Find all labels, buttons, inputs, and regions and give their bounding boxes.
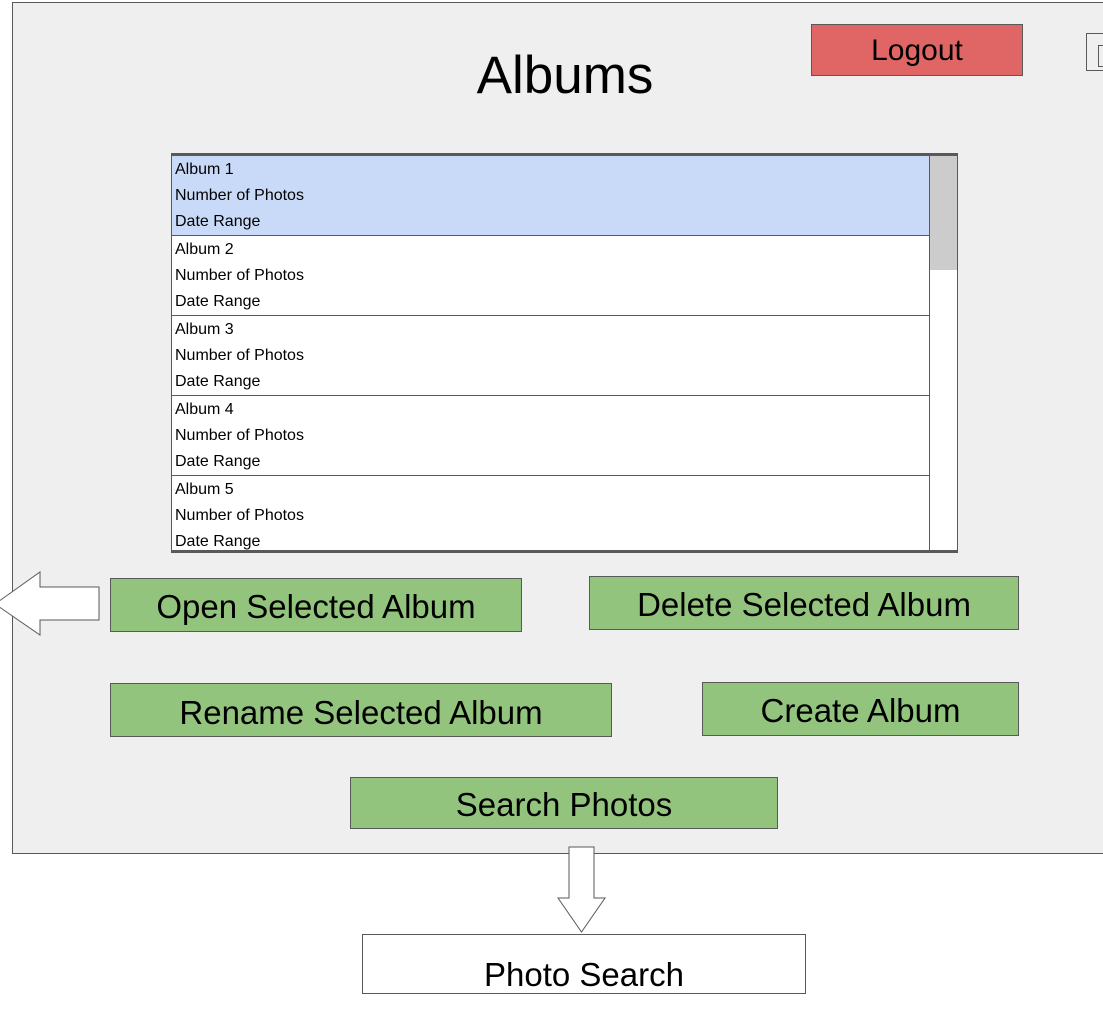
logout-button[interactable]: Logout [811, 24, 1023, 76]
album-date-range: Date Range [175, 213, 261, 230]
album-name: Album 4 [175, 401, 234, 418]
rename-selected-album-button[interactable]: Rename Selected Album [110, 683, 612, 737]
album-name: Album 5 [175, 481, 234, 498]
window-edge-mark [1098, 45, 1103, 67]
album-photo-count: Number of Photos [175, 427, 304, 444]
album-name: Album 1 [175, 161, 234, 178]
photo-search-screen: Photo Search [362, 934, 806, 994]
album-name: Album 3 [175, 321, 234, 338]
album-photo-count: Number of Photos [175, 507, 304, 524]
search-photos-button[interactable]: Search Photos [350, 777, 778, 829]
album-list-item[interactable]: Album 3 Number of Photos Date Range [172, 316, 930, 396]
create-album-button[interactable]: Create Album [702, 682, 1019, 736]
left-arrow-icon [0, 571, 100, 636]
album-date-range: Date Range [175, 373, 261, 390]
album-date-range: Date Range [175, 533, 261, 550]
album-list-items: Album 1 Number of Photos Date Range Albu… [172, 156, 930, 550]
album-list-item[interactable]: Album 1 Number of Photos Date Range [172, 156, 930, 236]
album-list-item[interactable]: Album 4 Number of Photos Date Range [172, 396, 930, 476]
album-list[interactable]: Album 1 Number of Photos Date Range Albu… [171, 153, 958, 553]
album-date-range: Date Range [175, 453, 261, 470]
down-arrow-icon [557, 846, 606, 933]
album-photo-count: Number of Photos [175, 347, 304, 364]
album-date-range: Date Range [175, 293, 261, 310]
album-list-scrollbar[interactable] [929, 156, 957, 550]
album-list-item[interactable]: Album 5 Number of Photos Date Range [172, 476, 930, 550]
scrollbar-thumb[interactable] [930, 156, 957, 270]
album-name: Album 2 [175, 241, 234, 258]
delete-selected-album-button[interactable]: Delete Selected Album [589, 576, 1019, 630]
open-selected-album-button[interactable]: Open Selected Album [110, 578, 522, 632]
album-photo-count: Number of Photos [175, 267, 304, 284]
album-photo-count: Number of Photos [175, 187, 304, 204]
album-list-item[interactable]: Album 2 Number of Photos Date Range [172, 236, 930, 316]
